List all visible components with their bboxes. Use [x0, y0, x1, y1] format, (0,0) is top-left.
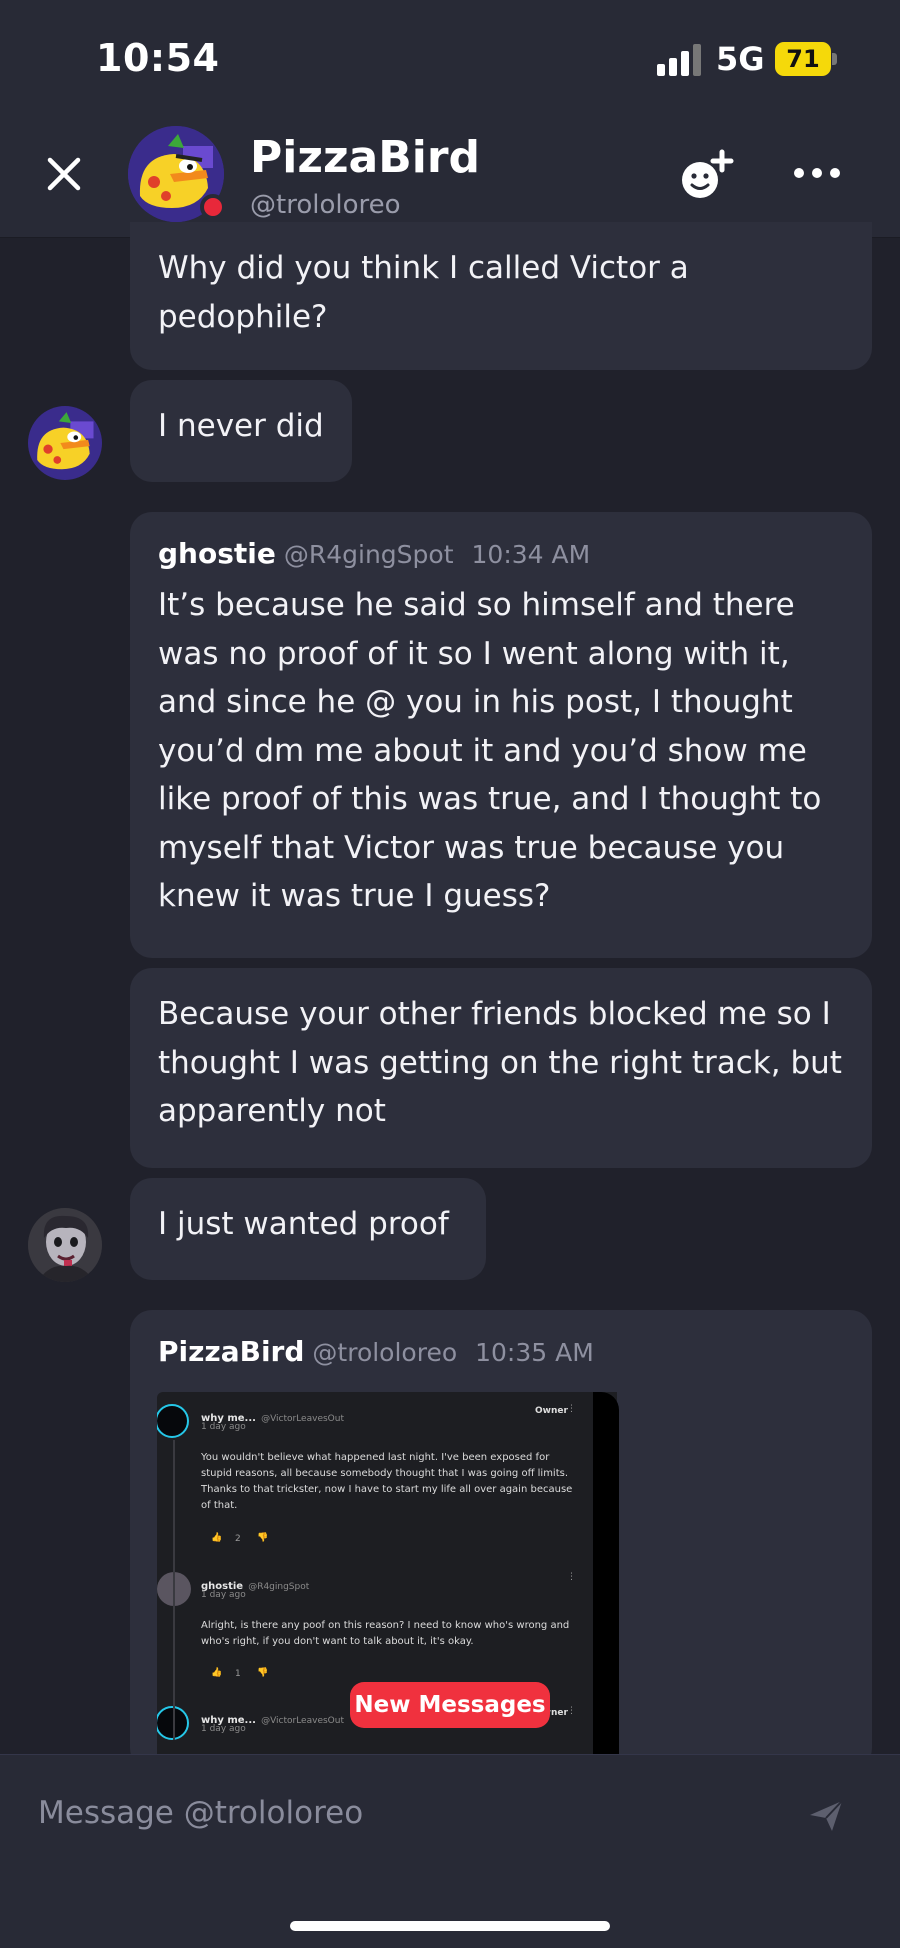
screenshot-owner-badge: Owner [535, 1406, 568, 1416]
victor-avatar-image [157, 1404, 189, 1438]
signal-icon [657, 44, 703, 76]
home-indicator [290, 1921, 610, 1931]
ghostie-avatar-image [28, 1208, 102, 1282]
screenshot-post-handle: @R4gingSpot [248, 1582, 310, 1592]
message-input[interactable] [38, 1789, 778, 1837]
battery-level: 71 [775, 42, 831, 76]
pizza-bird-avatar-image [28, 406, 102, 480]
message-avatar[interactable] [28, 1208, 102, 1282]
send-button[interactable] [806, 1795, 846, 1835]
message-bubble[interactable]: Because your other friends blocked me so… [130, 968, 872, 1168]
close-icon [47, 157, 81, 191]
screenshot-like-count: 1 [235, 1669, 241, 1679]
header-avatar[interactable] [128, 126, 226, 222]
contact-name: PizzaBird [250, 132, 481, 183]
contact-handle: @trololoreo [250, 190, 401, 220]
message-author-handle: @R4gingSpot [283, 540, 454, 569]
message-meta: ghostie @R4gingSpot 10:34 AM [158, 534, 844, 575]
more-icon [794, 168, 840, 178]
screenshot-post-handle: @VictorLeavesOut [261, 1414, 344, 1424]
screenshot-device-edge [593, 1392, 619, 1754]
network-label: 5G [716, 40, 765, 78]
message-author[interactable]: ghostie [158, 537, 276, 570]
message-bubble[interactable]: I never did [130, 380, 352, 482]
close-button[interactable] [40, 150, 90, 200]
screenshot-post-time: 1 day ago [201, 1590, 246, 1600]
add-friend-icon [682, 149, 734, 198]
message-author-handle: @trololoreo [312, 1338, 458, 1367]
new-messages-button[interactable]: New Messages [350, 1682, 550, 1728]
message-bubble[interactable]: I just wanted proof [130, 1178, 486, 1280]
screenshot-kebab-icon: ⋮ [567, 1572, 576, 1582]
screenshot-kebab-icon: ⋮ [567, 1404, 576, 1414]
screenshot-like-count: 2 [235, 1534, 241, 1544]
screenshot-thread-line [173, 1440, 175, 1740]
screenshot-post-time: 1 day ago [201, 1724, 246, 1734]
more-options-button[interactable] [790, 158, 844, 188]
status-indicator [200, 194, 226, 220]
screenshot-dislike-icon: 👎 [257, 1533, 269, 1543]
message-composer [0, 1754, 900, 1948]
message-text: I never did [158, 408, 324, 444]
screenshot-like-icon: 👍 [211, 1668, 223, 1678]
screenshot-post-text: Alright, is there any poof on this reaso… [201, 1620, 570, 1647]
message-text: Because your other friends blocked me so… [158, 996, 842, 1129]
screenshot-dislike-icon: 👎 [257, 1668, 269, 1678]
message-timestamp: 10:35 AM [475, 1338, 594, 1367]
message-avatar[interactable] [28, 406, 102, 480]
screenshot-post-text: You wouldn't believe what happened last … [201, 1452, 573, 1511]
message-text: I just wanted proof [158, 1206, 449, 1242]
screenshot-like-icon: 👍 [211, 1533, 223, 1543]
message-text: Why did you think I called Victor a pedo… [158, 250, 689, 335]
message-text: It’s because he said so himself and ther… [158, 587, 822, 914]
message-meta: PizzaBird @trololoreo 10:35 AM [158, 1332, 844, 1373]
screenshot-kebab-icon: ⋮ [567, 1706, 576, 1716]
message-bubble[interactable]: ghostie @R4gingSpot 10:34 AM It’s because … [130, 512, 872, 958]
screenshot-post-time: 1 day ago [201, 1422, 246, 1432]
screenshot-post-handle: @VictorLeavesOut [261, 1716, 344, 1726]
message-timestamp: 10:34 AM [471, 540, 591, 569]
message-bubble[interactable]: Why did you think I called Victor a pedo… [130, 222, 872, 370]
status-time: 10:54 [96, 36, 220, 80]
message-author[interactable]: PizzaBird [158, 1335, 304, 1368]
battery-icon: 71 [775, 42, 837, 76]
add-friend-button[interactable] [676, 146, 736, 206]
send-icon [810, 1800, 843, 1831]
status-bar: 10:54 5G 71 [0, 0, 900, 110]
chat-header: PizzaBird @trololoreo [0, 110, 900, 238]
